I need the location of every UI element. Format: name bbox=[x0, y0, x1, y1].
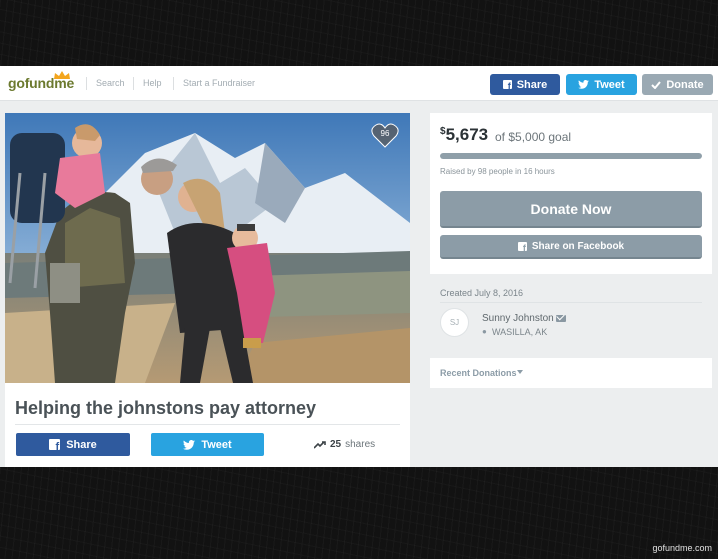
shares-label: shares bbox=[345, 439, 376, 450]
chevron-down-icon bbox=[517, 370, 523, 374]
header-donate-label: Donate bbox=[666, 78, 704, 91]
background-top-texture bbox=[0, 0, 718, 66]
site-header: gofundme Search Help Start a Fundraiser … bbox=[0, 66, 718, 101]
goal-text: of $5,000 goal bbox=[495, 130, 572, 144]
nav-divider bbox=[133, 77, 134, 90]
shares-counter: 25 shares bbox=[314, 439, 375, 450]
shares-count: 25 bbox=[330, 439, 342, 450]
background-bottom-texture bbox=[0, 467, 718, 559]
location-pin-icon: ● bbox=[482, 327, 487, 336]
recent-donations-label: Recent Donations bbox=[440, 368, 517, 378]
twitter-icon bbox=[578, 80, 590, 89]
organizer-name[interactable]: Sunny Johnston bbox=[482, 313, 554, 324]
campaign-share-button[interactable]: Share bbox=[16, 433, 130, 456]
nav-help[interactable]: Help bbox=[143, 78, 162, 88]
amount-value: 5,673 bbox=[445, 125, 489, 144]
nav-search[interactable]: Search bbox=[96, 78, 125, 88]
campaign-title: Helping the johnstons pay attorney bbox=[15, 398, 317, 418]
created-date: Created July 8, 2016 bbox=[440, 288, 524, 298]
header-share-label: Share bbox=[516, 78, 548, 91]
header-share-button[interactable]: Share bbox=[490, 74, 560, 95]
twitter-icon bbox=[183, 439, 196, 450]
campaign-tweet-label: Tweet bbox=[201, 438, 232, 451]
facebook-icon bbox=[517, 241, 527, 253]
amount-raised: $5,673 bbox=[440, 125, 488, 145]
recent-donations-card[interactable]: Recent Donations bbox=[430, 358, 712, 388]
donation-card: $5,673 of $5,000 goal Raised by 98 peopl… bbox=[430, 113, 712, 274]
organizer-section: Created July 8, 2016 SJ Sunny Johnston ●… bbox=[430, 282, 712, 366]
heart-count: 96 bbox=[380, 129, 390, 138]
header-tweet-label: Tweet bbox=[594, 78, 625, 91]
campaign-card: 96 Helping the johnstons pay attorney Sh… bbox=[5, 113, 410, 467]
raised-text: Raised by 98 people in 16 hours bbox=[440, 167, 555, 176]
header-donate-button[interactable]: Donate bbox=[642, 74, 713, 95]
checkmark-icon bbox=[651, 80, 662, 89]
watermark: gofundme.com bbox=[652, 543, 712, 553]
facebook-icon bbox=[502, 80, 512, 91]
campaign-tweet-button[interactable]: Tweet bbox=[151, 433, 264, 456]
avatar: SJ bbox=[440, 308, 469, 337]
mail-icon[interactable] bbox=[556, 315, 566, 322]
trending-up-icon bbox=[314, 440, 326, 449]
nav-divider bbox=[173, 77, 174, 90]
facebook-icon bbox=[49, 439, 61, 453]
campaign-photo[interactable] bbox=[5, 113, 410, 383]
nav-start-fundraiser[interactable]: Start a Fundraiser bbox=[183, 78, 255, 88]
campaign-share-label: Share bbox=[66, 438, 97, 451]
organizer-location: WASILLA, AK bbox=[492, 327, 548, 337]
nav-divider bbox=[86, 77, 87, 90]
title-divider bbox=[15, 424, 400, 425]
share-on-facebook-button[interactable]: Share on Facebook bbox=[440, 235, 702, 259]
share-on-facebook-label: Share on Facebook bbox=[531, 240, 625, 252]
gofundme-page: gofundme Search Help Start a Fundraiser … bbox=[0, 66, 718, 467]
crown-icon bbox=[54, 71, 70, 79]
progress-bar bbox=[440, 153, 702, 159]
header-tweet-button[interactable]: Tweet bbox=[566, 74, 637, 95]
progress-fill bbox=[440, 153, 702, 159]
organizer-divider bbox=[440, 302, 702, 303]
family-mountain-photo bbox=[5, 113, 410, 383]
donate-now-button[interactable]: Donate Now bbox=[440, 191, 702, 228]
